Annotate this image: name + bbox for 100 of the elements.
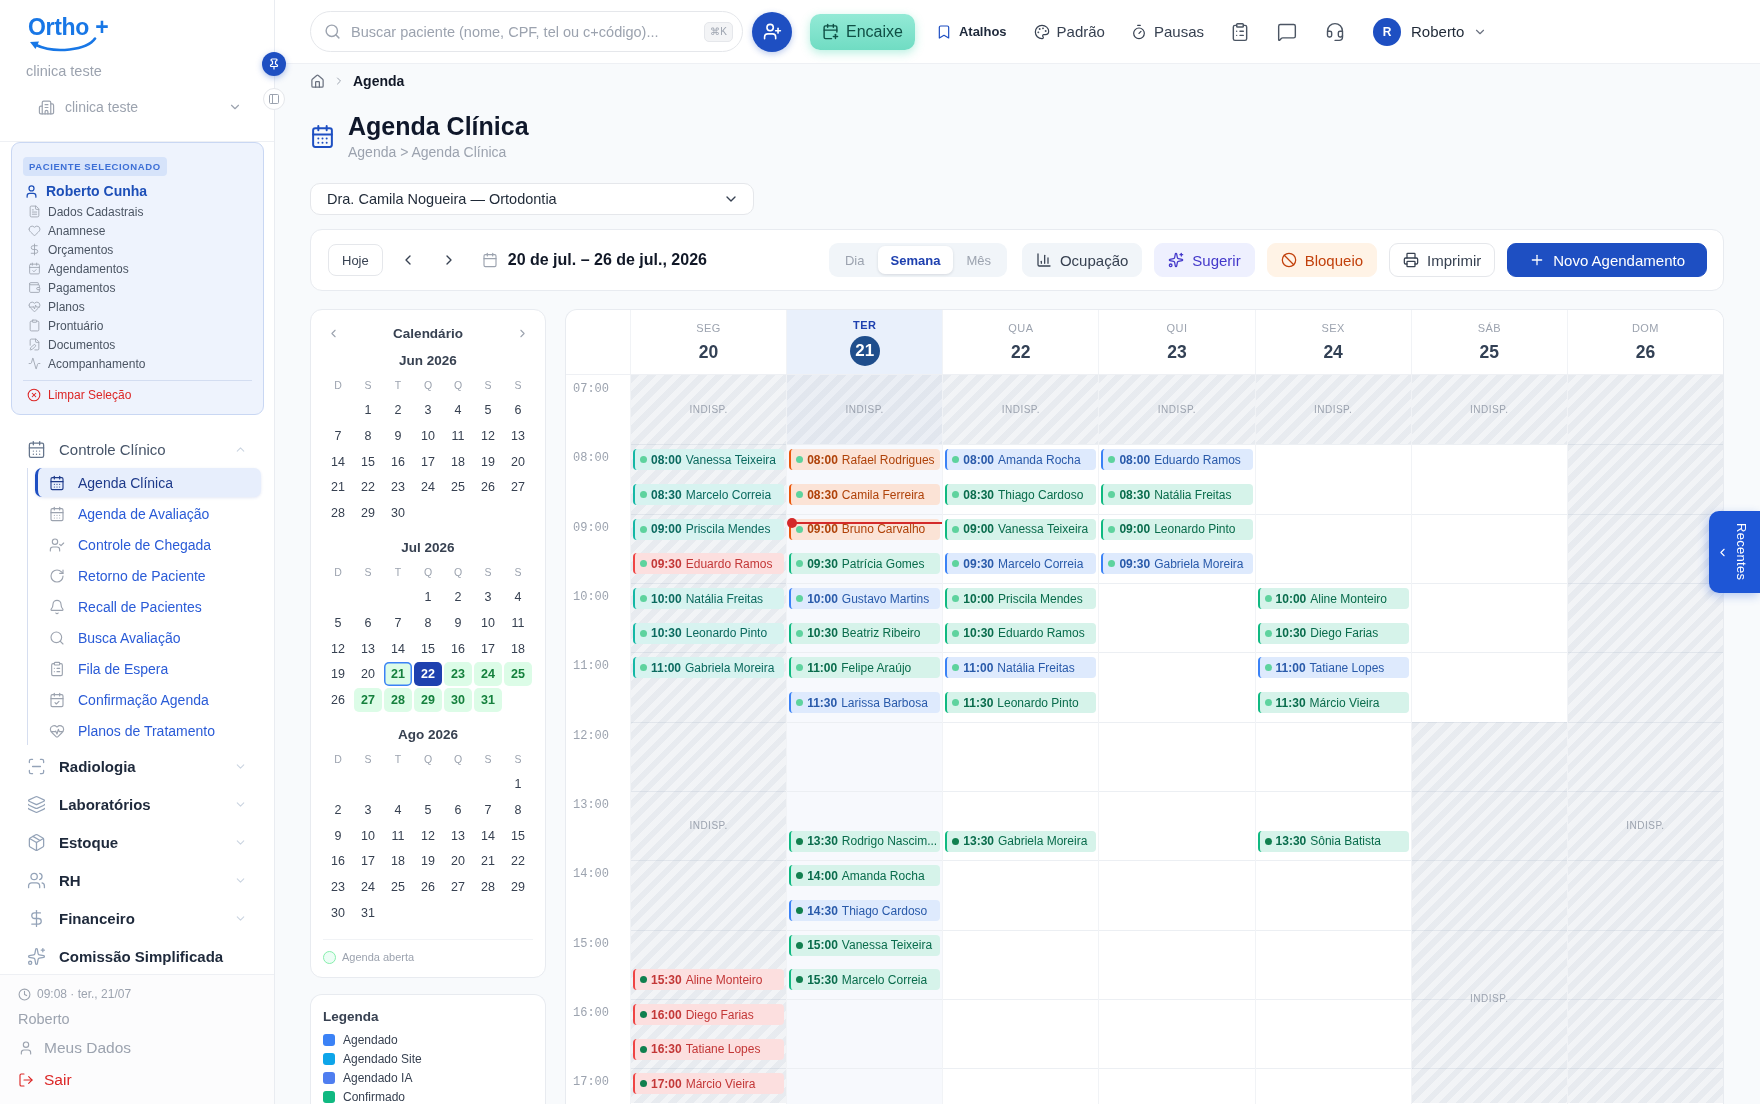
calendar-day[interactable]: 15 [414, 636, 442, 661]
calendar-day[interactable]: 6 [444, 797, 472, 822]
calendar-day[interactable]: 2 [444, 585, 472, 609]
toolbar-link[interactable]: Atalhos [935, 23, 1007, 40]
calendar-day[interactable]: 10 [354, 823, 382, 848]
nav-group[interactable]: Radiologia [0, 747, 274, 785]
appointment-block[interactable]: 16:00 Diego Farias [633, 1004, 785, 1025]
clear-selection-link[interactable]: Limpar Seleção [23, 386, 252, 404]
calendar-day[interactable]: 29 [504, 875, 532, 900]
appointment-block[interactable]: 16:30 Tatiane Lopes [633, 1038, 785, 1060]
nav-group[interactable]: Estoque [0, 823, 274, 861]
calendar-day[interactable]: 15 [354, 449, 382, 474]
nav-group[interactable]: Financeiro [0, 899, 274, 937]
pin-button[interactable] [262, 52, 286, 76]
nav-group[interactable]: Controle Clínico [0, 430, 274, 468]
calendar-day[interactable]: 3 [474, 585, 502, 609]
user-menu-button[interactable]: Roberto [1411, 23, 1488, 40]
calendar-day[interactable]: 16 [444, 636, 472, 661]
calendar-day[interactable]: 14 [324, 449, 352, 474]
calendar-day[interactable]: 24 [414, 475, 442, 500]
calendar-day[interactable]: 31 [354, 900, 382, 925]
calendar-day[interactable]: 17 [474, 636, 502, 661]
calendar-day[interactable]: 30 [324, 900, 352, 925]
appointment-block[interactable]: 13:30 Sônia Batista [1257, 830, 1409, 852]
calendar-day[interactable]: 2 [324, 797, 352, 822]
calendar-day[interactable]: 20 [354, 662, 382, 687]
calendar-day[interactable]: 21 [474, 849, 502, 874]
calendar-day[interactable]: 30 [384, 501, 412, 526]
nav-group[interactable]: Laboratórios [0, 785, 274, 823]
calendar-day[interactable]: 19 [414, 849, 442, 874]
appointment-block[interactable]: 09:00 Priscila Mendes [633, 518, 785, 540]
appointment-block[interactable]: 11:30 Márcio Vieira [1257, 692, 1409, 713]
calendar-day[interactable]: 27 [504, 475, 532, 500]
calendar-day[interactable]: 23 [324, 875, 352, 900]
appointment-block[interactable]: 10:00 Natália Freitas [633, 588, 785, 609]
appointment-block[interactable]: 10:30 Beatriz Ribeiro [789, 622, 941, 644]
day-header[interactable]: DOM 26 [1566, 310, 1723, 374]
calendar-day[interactable]: 11 [384, 823, 412, 848]
calendar-day[interactable]: 31 [474, 688, 502, 713]
calendar-day[interactable]: 12 [414, 823, 442, 848]
patient-menu-link[interactable]: Dados Cadastrais [23, 202, 252, 221]
patient-menu-link[interactable]: Planos [23, 297, 252, 316]
calendar-day[interactable]: 26 [324, 688, 352, 713]
appointment-block[interactable]: 08:30 Thiago Cardoso [945, 484, 1097, 505]
calendar-day[interactable]: 7 [384, 610, 412, 635]
calendar-day[interactable]: 9 [384, 423, 412, 448]
calendar-day[interactable]: 22 [504, 849, 532, 874]
patient-menu-link[interactable]: Documentos [23, 335, 252, 354]
new-button[interactable]: Novo Agendamento [1507, 243, 1707, 277]
block-button[interactable]: Bloqueio [1266, 243, 1378, 277]
calendar-day[interactable]: 9 [324, 823, 352, 848]
chat-icon[interactable] [1277, 21, 1297, 42]
calendar-day[interactable]: 16 [324, 849, 352, 874]
calendar-day[interactable]: 29 [414, 688, 442, 713]
calendar-day[interactable]: 1 [504, 771, 532, 796]
appointment-block[interactable]: 08:00 Vanessa Teixeira [633, 449, 785, 471]
appointment-block[interactable]: 11:00 Felipe Araújo [789, 657, 941, 679]
appointment-block[interactable]: 11:00 Gabriela Moreira [633, 657, 785, 679]
appointment-block[interactable]: 10:00 Gustavo Martins [789, 588, 941, 609]
calendar-day[interactable]: 25 [444, 475, 472, 500]
nav-item[interactable]: Agenda de Avaliação [35, 499, 261, 528]
calendar-day[interactable]: 6 [504, 398, 532, 422]
calendar-day[interactable]: 3 [414, 398, 442, 422]
calendar-day[interactable]: 10 [474, 610, 502, 635]
calendar-day[interactable]: 3 [354, 797, 382, 822]
calendar-day[interactable]: 1 [354, 398, 382, 422]
calendar-day[interactable]: 30 [444, 688, 472, 713]
calendar-day[interactable]: 19 [474, 449, 502, 474]
appointment-block[interactable]: 11:00 Tatiane Lopes [1257, 657, 1409, 679]
toolbar-link[interactable]: Padrão [1033, 23, 1105, 40]
nav-item[interactable]: Retorno de Paciente [35, 561, 261, 590]
appointment-block[interactable]: 15:00 Vanessa Teixeira [789, 934, 941, 956]
appointment-block[interactable]: 08:30 Camila Ferreira [789, 484, 941, 505]
calendar-day[interactable]: 12 [474, 423, 502, 448]
appointment-block[interactable]: 11:00 Natália Freitas [945, 657, 1097, 679]
calendar-day[interactable]: 5 [414, 797, 442, 822]
calendar-day[interactable]: 28 [384, 688, 412, 713]
appointment-block[interactable]: 14:30 Thiago Cardoso [789, 900, 941, 921]
calendar-day[interactable]: 21 [324, 475, 352, 500]
calendar-day[interactable]: 17 [354, 849, 382, 874]
recent-tab[interactable]: Recentes [1709, 511, 1760, 593]
calendar-day[interactable]: 18 [384, 849, 412, 874]
logout-link[interactable]: Sair [18, 1068, 257, 1092]
nav-item[interactable]: Busca Avaliação [35, 623, 261, 652]
clipboard-icon[interactable] [1230, 21, 1250, 42]
appointment-block[interactable]: 09:30 Marcelo Correia [945, 553, 1097, 575]
calendar-day[interactable]: 17 [414, 449, 442, 474]
patient-menu-link[interactable]: Acompanhamento [23, 354, 252, 373]
calendar-day[interactable]: 16 [384, 449, 412, 474]
calendar-day[interactable]: 18 [444, 449, 472, 474]
appointment-block[interactable]: 10:30 Eduardo Ramos [945, 622, 1097, 644]
nav-item[interactable]: Controle de Chegada [35, 530, 261, 559]
calendar-day[interactable]: 19 [324, 662, 352, 687]
calendar-day[interactable]: 27 [444, 875, 472, 900]
appointment-block[interactable]: 10:30 Leonardo Pinto [633, 622, 785, 644]
appointment-block[interactable]: 08:00 Amanda Rocha [945, 449, 1097, 471]
calendar-day[interactable]: 7 [474, 797, 502, 822]
fit-in-button[interactable]: Encaixe [810, 13, 915, 50]
calendar-day[interactable]: 14 [384, 636, 412, 661]
calendar-day[interactable]: 23 [384, 475, 412, 500]
